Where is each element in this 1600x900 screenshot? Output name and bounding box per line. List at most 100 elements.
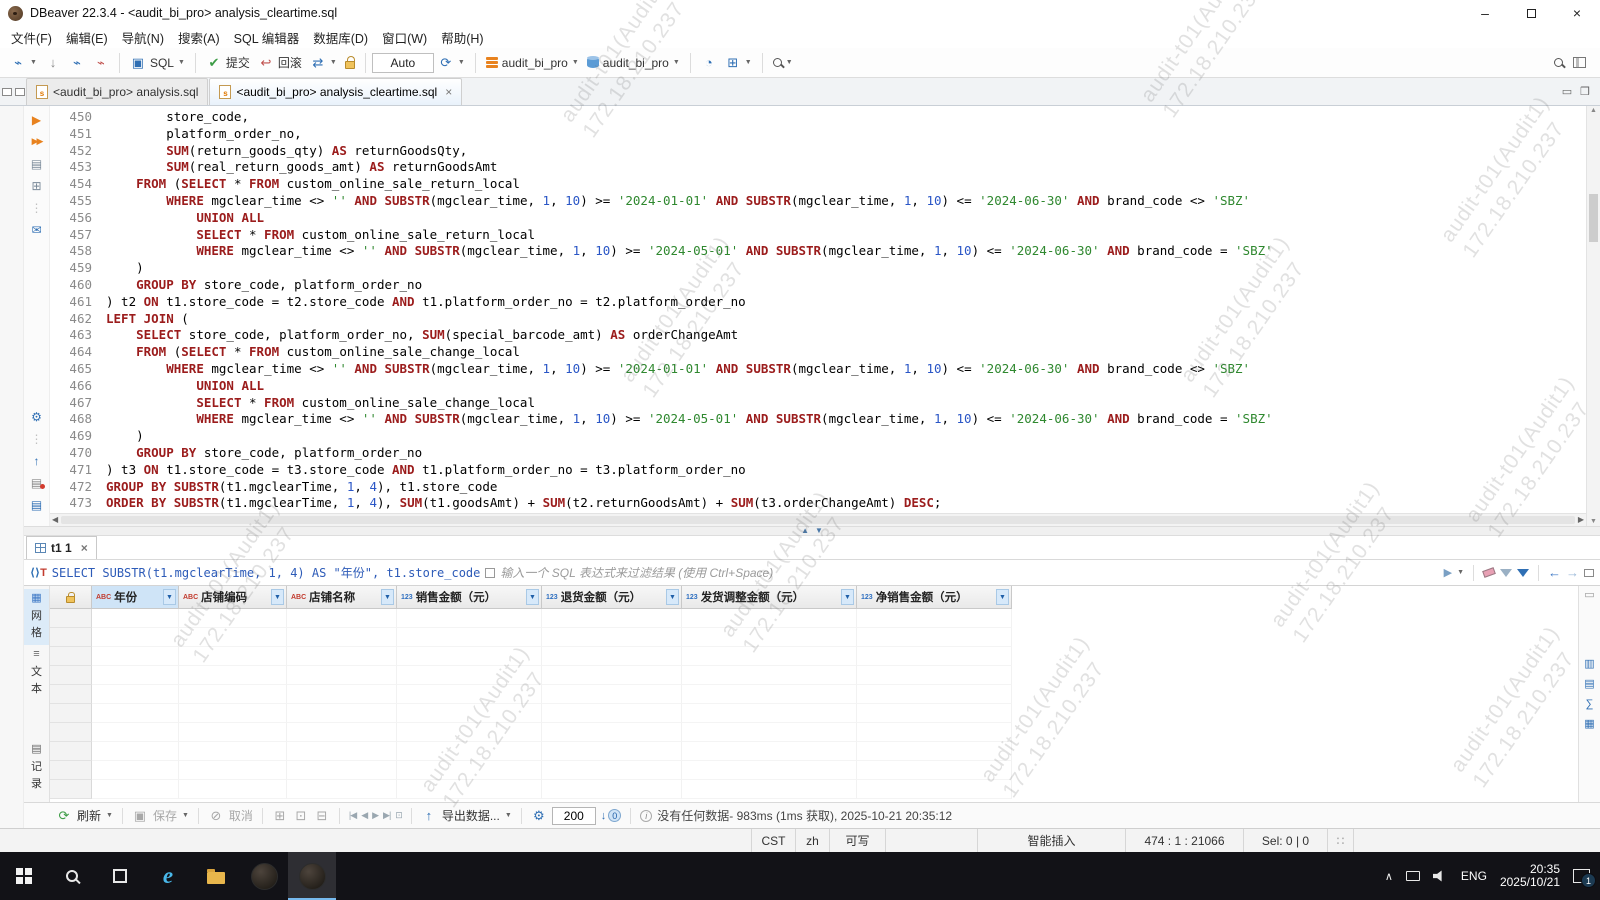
autocommit-combo[interactable]: Auto [371, 52, 434, 73]
taskbar-clock[interactable]: 20:35 2025/10/21 [1500, 863, 1560, 889]
value-viewer-icon[interactable]: ▥ [1584, 659, 1594, 670]
add-row-icon[interactable]: ⊞ [272, 808, 288, 824]
export-data-icon[interactable]: ↑ [421, 808, 437, 824]
connect-button[interactable]: ⌁ [65, 53, 89, 73]
grid-cell[interactable] [542, 666, 682, 685]
table-row[interactable] [50, 704, 1578, 723]
grid-cell[interactable] [542, 761, 682, 780]
menu-item-4[interactable]: 搜索(A) [171, 26, 227, 49]
grid-cell[interactable] [542, 609, 682, 628]
grid-cell[interactable] [287, 609, 397, 628]
menu-item-6[interactable]: 数据库(D) [306, 26, 375, 49]
grid-cell[interactable] [682, 609, 857, 628]
grid-cell[interactable] [92, 761, 179, 780]
restore-view-icon[interactable] [1, 87, 12, 96]
file-explorer-button[interactable] [192, 852, 240, 900]
result-view-tab-文本[interactable]: ≡ 文本 [24, 645, 49, 701]
grid-cell[interactable] [857, 780, 1012, 799]
commit-button[interactable]: ✔ 提交 [202, 52, 254, 73]
grid-cell[interactable] [857, 723, 1012, 742]
delete-row-icon[interactable]: ⊟ [314, 808, 330, 824]
quick-search-icon[interactable] [1554, 58, 1563, 67]
editor-results-splitter[interactable]: ▲ ▼ [24, 526, 1600, 536]
grid-cell[interactable] [287, 685, 397, 704]
save-filter-icon[interactable] [1517, 568, 1529, 577]
refresh-label[interactable]: 刷新 [77, 807, 101, 824]
grid-cell[interactable] [542, 742, 682, 761]
editor-tab[interactable]: s <audit_bi_pro> analysis_cleartime.sql × [209, 78, 463, 105]
pinned-app-button[interactable] [240, 852, 288, 900]
table-row[interactable] [50, 685, 1578, 704]
column-filter-button[interactable]: ▼ [666, 589, 679, 605]
collapse-down-icon[interactable]: ▼ [815, 527, 823, 535]
grid-cell[interactable] [857, 761, 1012, 780]
expand-filter-icon[interactable] [485, 567, 496, 578]
menu-item-8[interactable]: 帮助(H) [434, 26, 490, 49]
grid-cell[interactable] [287, 723, 397, 742]
column-header-年份[interactable]: ABC 年份 ▼ [92, 586, 179, 609]
close-button[interactable]: × [1554, 0, 1600, 26]
grid-cell[interactable] [179, 609, 287, 628]
task-view-button[interactable] [96, 852, 144, 900]
grid-cell[interactable] [397, 742, 542, 761]
minimize-button[interactable]: – [1462, 0, 1508, 26]
grid-cell[interactable] [179, 647, 287, 666]
result-tab[interactable]: t1 1 × [26, 536, 97, 559]
menu-item-2[interactable]: 编辑(E) [59, 26, 115, 49]
clear-filter-icon[interactable] [1482, 567, 1496, 578]
database-selector[interactable]: audit_bi_pro ▼ [583, 54, 684, 72]
metadata-panel-icon[interactable]: ▤ [1584, 679, 1594, 690]
grid-cell[interactable] [92, 628, 179, 647]
rollback-button[interactable]: ↩ 回滚 [254, 52, 306, 73]
result-view-tab-网格[interactable]: ▦ 网格 [24, 589, 49, 645]
grid-cell[interactable] [682, 666, 857, 685]
scroll-down-icon[interactable]: ▼ [1590, 518, 1597, 525]
grid-cell[interactable] [179, 723, 287, 742]
grid-cell[interactable] [179, 628, 287, 647]
grid-cell[interactable] [287, 704, 397, 723]
table-row[interactable] [50, 723, 1578, 742]
fetch-size-input[interactable] [551, 806, 596, 825]
column-filter-button[interactable]: ▼ [996, 589, 1009, 605]
network-icon[interactable] [1405, 871, 1420, 881]
new-connection-button[interactable]: ⌁ ▼ [6, 53, 41, 73]
table-row[interactable] [50, 761, 1578, 780]
execute-statement-icon[interactable]: ▶ [28, 112, 46, 127]
grid-cell[interactable] [397, 666, 542, 685]
grid-cell[interactable] [179, 780, 287, 799]
status-caret-position[interactable]: 474 : 1 : 21066 [1126, 829, 1244, 852]
grid-cell[interactable] [857, 647, 1012, 666]
mail-export-icon[interactable]: ✉ [28, 222, 46, 237]
schema-compare-button[interactable]: ⊞ ▼ [721, 53, 756, 73]
cancel-icon[interactable]: ⊘ [208, 808, 224, 824]
grid-cell[interactable] [857, 685, 1012, 704]
start-button[interactable] [0, 852, 48, 900]
grid-cell[interactable] [857, 742, 1012, 761]
history-forward-icon[interactable]: → [1566, 565, 1579, 580]
maximize-view-icon[interactable]: ❒ [1580, 85, 1590, 98]
grid-cell[interactable] [682, 685, 857, 704]
table-row[interactable] [50, 628, 1578, 647]
taskbar-search-button[interactable] [48, 852, 96, 900]
grid-cell[interactable] [397, 685, 542, 704]
column-header-店铺编码[interactable]: ABC 店铺编码 ▼ [179, 586, 287, 609]
scroll-left-icon[interactable]: ◀ [52, 516, 58, 524]
apply-filter-icon[interactable]: ▶ [1444, 566, 1452, 579]
cancel-label[interactable]: 取消 [229, 807, 253, 824]
close-tab-icon[interactable]: × [445, 85, 452, 99]
column-header-店铺名称[interactable]: ABC 店铺名称 ▼ [287, 586, 397, 609]
prev-row-icon[interactable]: ◀ [361, 810, 368, 821]
result-view-tab-记录[interactable]: ▤ 记录 [24, 740, 49, 796]
grid-cell[interactable] [397, 647, 542, 666]
column-filter-button[interactable]: ▼ [163, 589, 176, 605]
transaction-lock-indicator[interactable] [341, 55, 359, 71]
filter-placeholder[interactable]: 输入一个 SQL 表达式来过滤结果 (使用 Ctrl+Space) [500, 564, 1438, 581]
action-center-icon[interactable] [1573, 869, 1596, 888]
grid-cell[interactable] [92, 647, 179, 666]
maximize-button[interactable] [1508, 0, 1554, 26]
execute-script-icon[interactable]: ▶▶ [28, 134, 46, 149]
minimize-view-icon[interactable]: ▭ [1562, 85, 1572, 98]
grid-cell[interactable] [857, 609, 1012, 628]
code-area[interactable]: 450 store_code, 451 platform_order_no, 452… [50, 106, 1586, 513]
table-row[interactable] [50, 742, 1578, 761]
